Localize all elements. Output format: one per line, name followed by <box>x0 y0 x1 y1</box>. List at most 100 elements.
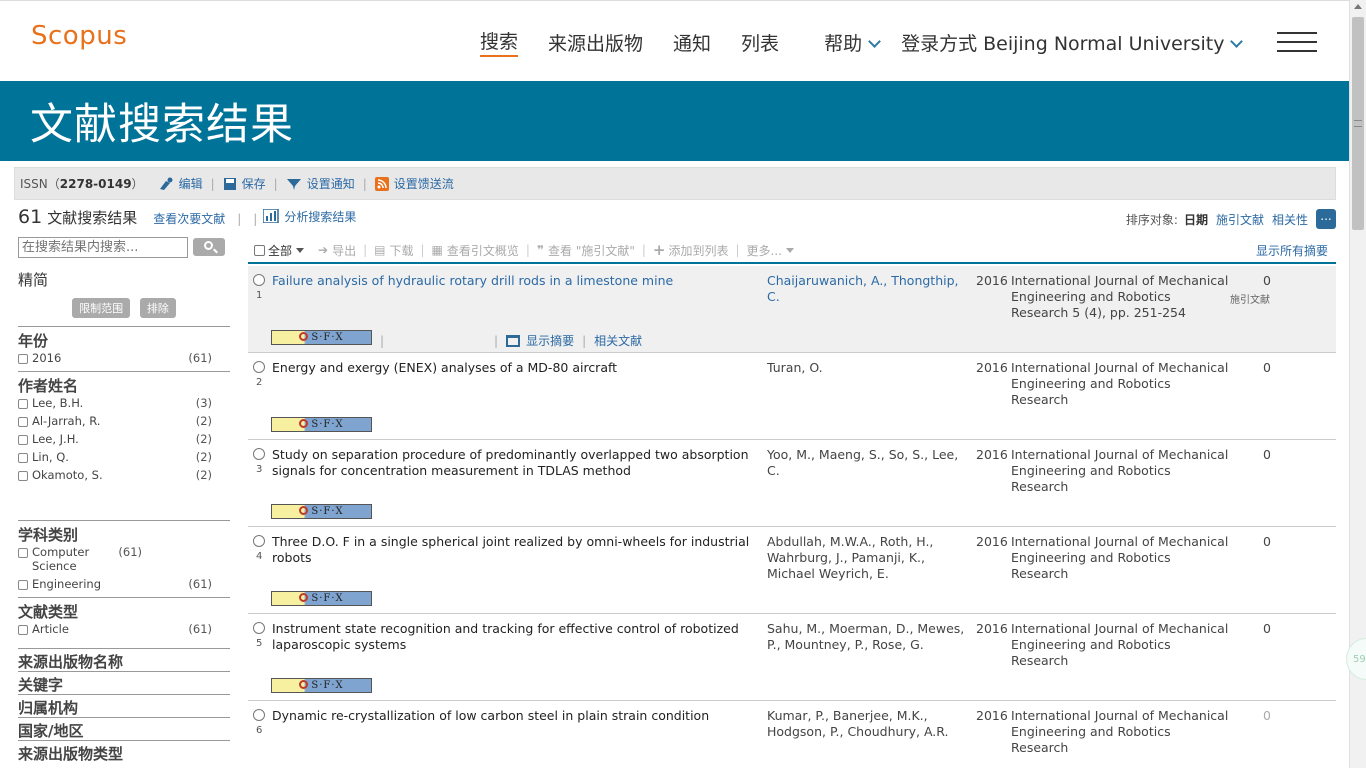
checkbox[interactable] <box>18 417 28 427</box>
result-authors[interactable]: Sahu, M., Moerman, D., Mewes, P., Mountn… <box>767 621 967 653</box>
sort-bar: 排序对象: 日期 施引文献 相关性 ... <box>1126 209 1336 229</box>
filter-item[interactable]: Al-Jarrah, R. (2) <box>18 414 230 432</box>
result-cited-count[interactable]: 0 <box>1260 273 1274 288</box>
result-label: 文献搜索结果 <box>47 209 138 227</box>
select-all-label[interactable]: 全部 <box>268 242 292 259</box>
nav-sources[interactable]: 来源出版物 <box>548 29 643 56</box>
result-title[interactable]: Failure analysis of hydraulic rotary dri… <box>272 273 762 289</box>
result-cited-count[interactable]: 0 <box>1260 360 1274 375</box>
checkbox[interactable] <box>18 625 28 635</box>
checkbox[interactable] <box>18 435 28 445</box>
result-source[interactable]: International Journal of Mechanical Engi… <box>1011 534 1231 582</box>
sfx-button[interactable]: S·F·X <box>271 504 372 519</box>
cited-by-label: 施引文献 <box>1230 295 1270 306</box>
save-label: 保存 <box>241 177 266 191</box>
scopus-logo[interactable]: Scopus <box>31 21 127 51</box>
export-button[interactable]: ➔ 导出 <box>318 242 356 259</box>
checkbox[interactable] <box>18 453 28 463</box>
nav-login[interactable]: 登录方式 Beijing Normal University <box>901 29 1244 56</box>
sort-relevance[interactable]: 相关性 <box>1272 211 1308 228</box>
result-source[interactable]: International Journal of Mechanical Engi… <box>1011 447 1231 495</box>
filter-item[interactable]: Engineering (61) <box>18 577 230 595</box>
filter-item[interactable]: Computer Science (61) <box>18 545 230 577</box>
checkbox[interactable] <box>18 471 28 481</box>
filter-item[interactable]: 2016 (61) <box>18 351 230 369</box>
secondary-documents-link[interactable]: 查看次要文献 <box>153 210 225 227</box>
filter-keyword[interactable]: 关键字 <box>18 671 230 694</box>
result-source[interactable]: International Journal of Mechanical Engi… <box>1011 708 1231 756</box>
sfx-button[interactable]: S·F·X <box>271 678 372 693</box>
set-feed-button[interactable]: 设置馈送流 <box>374 175 454 192</box>
result-authors[interactable]: Yoo, M., Maeng, S., So, S., Lee, C. <box>767 447 967 479</box>
filter-item[interactable]: Okamoto, S. (2) <box>18 468 230 486</box>
chevron-down-icon[interactable] <box>296 247 305 253</box>
result-authors[interactable]: Abdullah, M.W.A., Roth, H., Wahrburg, J.… <box>767 534 967 582</box>
sfx-button[interactable]: S·F·X <box>271 591 372 606</box>
result-title[interactable]: Dynamic re-crystallization of low carbon… <box>272 708 762 724</box>
result-authors[interactable]: Chaijaruwanich, A., Thongthip, C. <box>767 273 967 305</box>
filter-source-title[interactable]: 来源出版物名称 <box>18 648 230 671</box>
filter-item[interactable]: Lee, J.H. (2) <box>18 432 230 450</box>
checkbox[interactable] <box>18 399 28 409</box>
search-within-button[interactable] <box>193 238 225 256</box>
result-checkbox[interactable] <box>253 709 265 721</box>
exclude-button[interactable]: 排除 <box>139 298 176 318</box>
result-source[interactable]: International Journal of Mechanical Engi… <box>1011 621 1231 669</box>
scroll-up-icon[interactable] <box>1354 4 1362 9</box>
result-authors[interactable]: Kumar, P., Banerjee, M.K., Hodgson, P., … <box>767 708 967 740</box>
analyze-results-link[interactable]: 分析搜索结果 <box>263 208 356 225</box>
related-documents-link[interactable]: 相关文献 <box>594 332 642 349</box>
result-checkbox[interactable] <box>253 622 265 634</box>
result-cited-count[interactable]: 0 <box>1260 708 1274 723</box>
filter-item[interactable]: Lee, B.H. (3) <box>18 396 230 414</box>
result-checkbox[interactable] <box>253 361 265 373</box>
add-to-list-button[interactable]: + 添加到列表 <box>653 241 729 259</box>
result-title[interactable]: Energy and exergy (ENEX) analyses of a M… <box>272 360 762 376</box>
sort-date[interactable]: 日期 <box>1184 211 1208 228</box>
result-source[interactable]: International Journal of Mechanical Engi… <box>1011 273 1231 321</box>
show-abstract-link[interactable]: 显示摘要 <box>526 332 574 349</box>
cited-by-button[interactable]: ❞ 查看 "施引文献" <box>537 242 635 259</box>
more-button[interactable]: 更多... <box>747 242 794 259</box>
filter-item[interactable]: Lin, Q. (2) <box>18 450 230 468</box>
limit-to-button[interactable]: 限制范围 <box>72 298 131 318</box>
result-title[interactable]: Study on separation procedure of predomi… <box>272 447 762 479</box>
sfx-button[interactable]: S·F·X <box>271 330 372 345</box>
sfx-button[interactable]: S·F·X <box>271 417 372 432</box>
nav-lists[interactable]: 列表 <box>741 29 779 56</box>
show-all-abstracts-link[interactable]: 显示所有摘要 <box>1256 242 1328 259</box>
result-cited-count[interactable]: 0 <box>1260 534 1274 549</box>
result-source[interactable]: International Journal of Mechanical Engi… <box>1011 360 1231 408</box>
select-all-checkbox[interactable] <box>254 244 265 256</box>
checkbox[interactable] <box>18 548 28 558</box>
result-checkbox[interactable] <box>253 274 265 286</box>
sort-cited[interactable]: 施引文献 <box>1216 211 1264 228</box>
nav-help[interactable]: 帮助 <box>824 29 881 56</box>
filter-affiliation[interactable]: 归属机构 <box>18 694 230 717</box>
nav-search[interactable]: 搜索 <box>480 27 519 57</box>
checkbox[interactable] <box>18 580 28 590</box>
save-button[interactable]: 保存 <box>223 175 266 192</box>
edit-button[interactable]: 编辑 <box>158 175 203 192</box>
checkbox[interactable] <box>18 354 28 364</box>
menu-icon[interactable] <box>1277 32 1317 52</box>
download-button[interactable]: ▤ 下载 <box>374 242 413 259</box>
result-checkbox[interactable] <box>253 448 265 460</box>
scrollbar-thumb[interactable] <box>1352 17 1364 230</box>
set-alert-button[interactable]: 设置通知 <box>286 175 355 192</box>
sort-more-button[interactable]: ... <box>1316 209 1336 229</box>
result-number: 6 <box>256 725 263 736</box>
search-within-input[interactable] <box>18 237 188 258</box>
result-cited-count[interactable]: 0 <box>1260 447 1274 462</box>
nav-alerts[interactable]: 通知 <box>673 29 711 56</box>
result-cited-count[interactable]: 0 <box>1260 621 1274 636</box>
result-checkbox[interactable] <box>253 535 265 547</box>
result-authors[interactable]: Turan, O. <box>767 360 967 376</box>
filter-source-type[interactable]: 来源出版物类型 <box>18 740 230 763</box>
result-title[interactable]: Instrument state recognition and trackin… <box>272 621 762 653</box>
citation-overview-button[interactable]: ▦ 查看引文概览 <box>432 242 519 259</box>
bar-chart-icon <box>263 209 280 223</box>
result-title[interactable]: Three D.O. F in a single spherical joint… <box>272 534 762 566</box>
filter-country[interactable]: 国家/地区 <box>18 717 230 740</box>
filter-item[interactable]: Article (61) <box>18 622 230 640</box>
